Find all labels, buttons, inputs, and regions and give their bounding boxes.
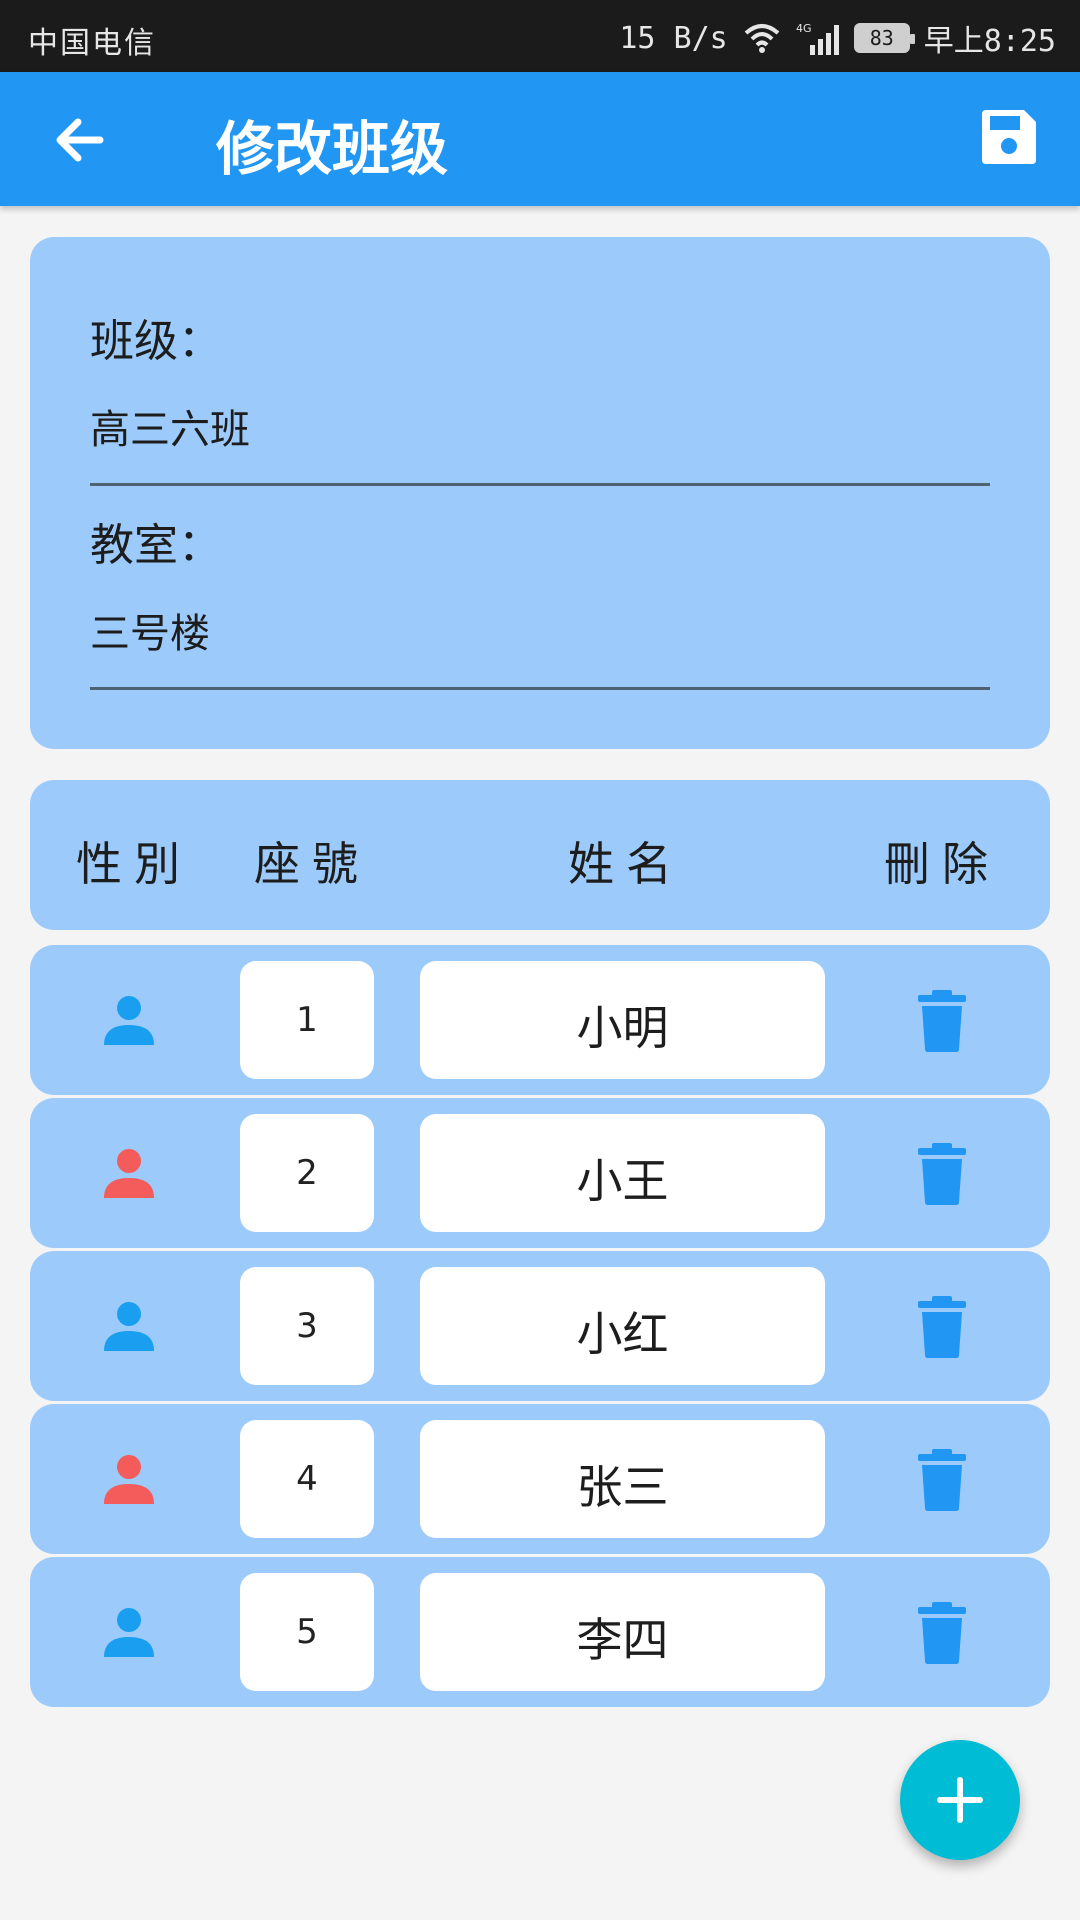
- seat-number-field[interactable]: 2: [240, 1114, 374, 1232]
- trash-icon[interactable]: [912, 989, 972, 1053]
- header-delete: 刪除: [884, 837, 1000, 891]
- class-name-underline: [90, 483, 990, 486]
- student-row: 4 张三: [30, 1404, 1050, 1554]
- person-icon[interactable]: [102, 1605, 156, 1659]
- student-name-field[interactable]: 小红: [420, 1267, 825, 1385]
- student-name-field[interactable]: 小王: [420, 1114, 825, 1232]
- signal-icon: 4G: [796, 22, 839, 55]
- room-underline: [90, 687, 990, 690]
- carrier-label: 中国电信: [28, 26, 156, 61]
- seat-number-field[interactable]: 4: [240, 1420, 374, 1538]
- header-name: 姓名: [568, 837, 684, 891]
- wifi-icon: [744, 24, 780, 53]
- status-icons: 15 B/s 4G 83 早上8:25: [619, 16, 1056, 60]
- student-row: 5 李四: [30, 1557, 1050, 1707]
- trash-icon[interactable]: [912, 1601, 972, 1665]
- student-name-field[interactable]: 小明: [420, 961, 825, 1079]
- trash-icon[interactable]: [912, 1142, 972, 1206]
- person-icon[interactable]: [102, 1452, 156, 1506]
- net-speed: 15 B/s: [619, 20, 728, 56]
- room-label: 教室：: [90, 520, 222, 571]
- student-row: 1 小明: [30, 945, 1050, 1095]
- arrow-back-icon[interactable]: [48, 108, 112, 172]
- header-seat: 座號: [254, 837, 370, 891]
- status-time: 早上8:25: [923, 24, 1056, 59]
- class-label: 班级：: [90, 316, 222, 367]
- status-bar: 中国电信 15 B/s 4G 83 早上8:25: [0, 0, 1080, 72]
- person-icon[interactable]: [102, 993, 156, 1047]
- person-icon[interactable]: [102, 1299, 156, 1353]
- person-icon[interactable]: [102, 1146, 156, 1200]
- save-icon[interactable]: [978, 106, 1040, 168]
- battery-level: 83: [869, 26, 894, 50]
- class-name-input[interactable]: 高三六班: [90, 397, 250, 455]
- plus-icon: [937, 1777, 983, 1823]
- header-gender: 性別: [76, 837, 192, 891]
- trash-icon[interactable]: [912, 1448, 972, 1512]
- trash-icon[interactable]: [912, 1295, 972, 1359]
- student-name-field[interactable]: 张三: [420, 1420, 825, 1538]
- student-row: 2 小王: [30, 1098, 1050, 1248]
- add-student-button[interactable]: [900, 1740, 1020, 1860]
- student-row: 3 小红: [30, 1251, 1050, 1401]
- class-form-card: 班级： 高三六班 教室： 三号楼: [30, 237, 1050, 749]
- battery-icon: 83: [853, 23, 915, 53]
- table-header: 性別 座號 姓名 刪除: [30, 780, 1050, 930]
- network-type-label: 4G: [796, 22, 812, 35]
- seat-number-field[interactable]: 3: [240, 1267, 374, 1385]
- seat-number-field[interactable]: 1: [240, 961, 374, 1079]
- seat-number-field[interactable]: 5: [240, 1573, 374, 1691]
- app-bar: 修改班级: [0, 72, 1080, 206]
- page-title: 修改班级: [216, 115, 449, 183]
- student-name-field[interactable]: 李四: [420, 1573, 825, 1691]
- room-input[interactable]: 三号楼: [90, 601, 210, 659]
